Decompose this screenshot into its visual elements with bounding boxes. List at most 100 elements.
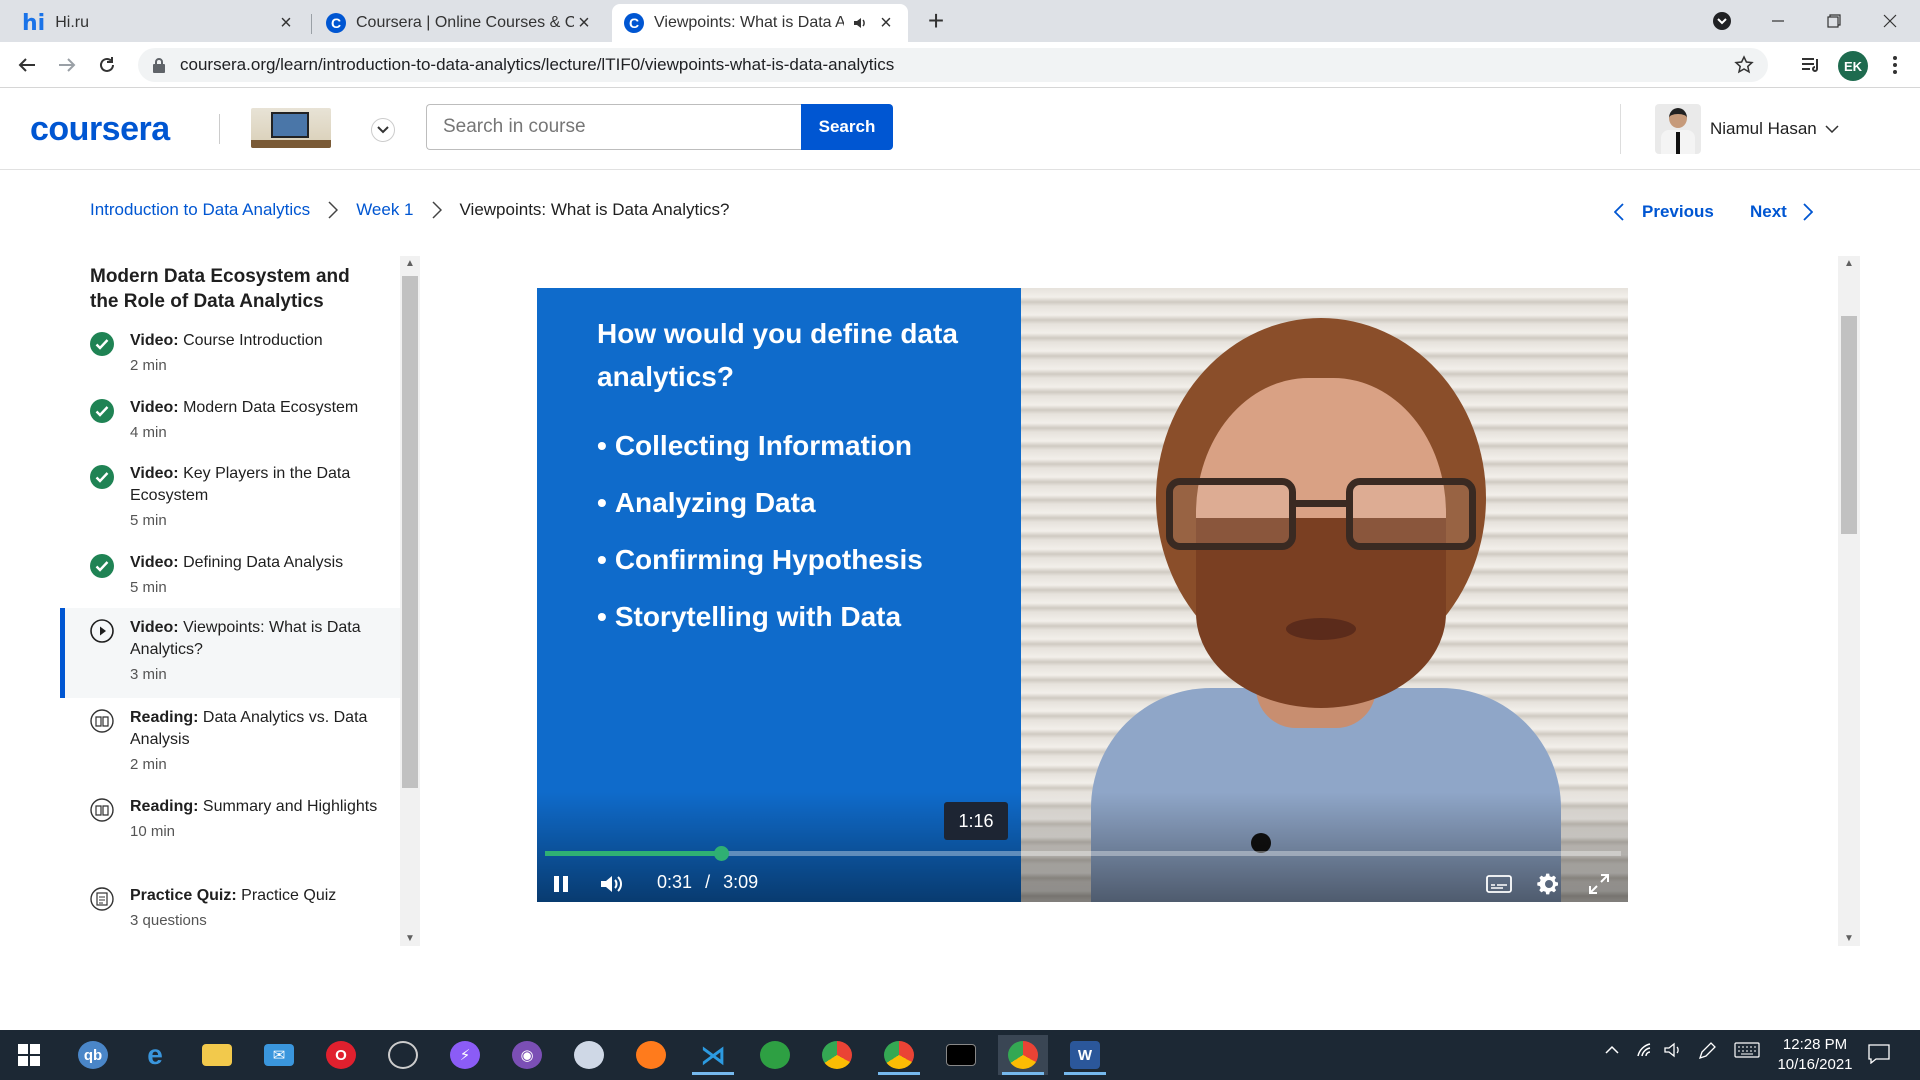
speaker-icon[interactable] — [1664, 1042, 1684, 1058]
forward-arrow-icon[interactable] — [52, 50, 82, 80]
chevron-left-icon — [1614, 203, 1624, 221]
item-duration: 10 min — [130, 823, 176, 840]
next-button[interactable]: Next — [1750, 202, 1813, 222]
video-player[interactable]: How would you define data analytics? Col… — [537, 288, 1628, 902]
check-circle-icon — [90, 465, 114, 489]
tab-close-icon[interactable]: × — [276, 12, 296, 34]
list-item[interactable]: Video: Modern Data Ecosystem 4 min — [60, 397, 400, 445]
tab-coursera[interactable]: C Coursera | Online Courses & Crec × — [314, 4, 606, 42]
vscode-icon[interactable]: ⋊ — [688, 1035, 738, 1075]
list-item[interactable]: Video: Course Introduction 2 min — [60, 330, 400, 378]
scroll-up-arrow-icon[interactable]: ▲ — [405, 258, 415, 269]
tab-close-icon[interactable]: × — [574, 12, 594, 34]
course-thumbnail[interactable] — [251, 108, 331, 148]
back-arrow-icon[interactable] — [12, 50, 42, 80]
chrome-icon[interactable] — [812, 1035, 862, 1075]
item-duration: 4 min — [130, 424, 167, 441]
video-timecode: 0:31 / 3:09 — [657, 872, 758, 893]
close-window-icon[interactable] — [1862, 0, 1918, 42]
scroll-down-arrow-icon[interactable]: ▼ — [1844, 933, 1854, 944]
item-type: Video: — [130, 465, 179, 482]
speaker-playing-icon[interactable] — [852, 15, 868, 31]
new-tab-plus-icon[interactable]: + — [920, 6, 952, 38]
play-circle-icon — [90, 619, 114, 643]
github-desktop-icon[interactable]: ◉ — [502, 1035, 552, 1075]
tray-chevron-up-icon[interactable] — [1604, 1042, 1620, 1058]
list-item[interactable]: Video: Defining Data Analysis 5 min — [60, 552, 400, 600]
minimize-icon[interactable] — [1750, 0, 1806, 42]
volume-icon[interactable] — [599, 870, 627, 898]
previous-button[interactable]: Previous — [1614, 202, 1714, 222]
windows-start-icon[interactable] — [4, 1035, 54, 1075]
scroll-down-arrow-icon[interactable]: ▼ — [405, 933, 415, 944]
header-divider — [219, 114, 220, 144]
slide-bullet: Storytelling with Data — [597, 597, 923, 654]
opera-icon[interactable]: O — [316, 1035, 366, 1075]
chrome-active-icon[interactable] — [998, 1035, 1048, 1075]
address-bar[interactable]: coursera.org/learn/introduction-to-data-… — [138, 48, 1768, 82]
main-scrollbar[interactable]: ▲ ▼ — [1838, 256, 1860, 946]
paint-icon[interactable] — [564, 1035, 614, 1075]
globe-app-icon[interactable] — [750, 1035, 800, 1075]
terminal-icon[interactable] — [936, 1035, 986, 1075]
scroll-up-arrow-icon[interactable]: ▲ — [1844, 258, 1854, 269]
fullscreen-icon[interactable] — [1585, 870, 1613, 898]
slide-bullet: Collecting Information — [597, 426, 923, 483]
list-item[interactable]: Practice Quiz: Practice Quiz 3 questions — [60, 885, 400, 933]
profile-avatar[interactable]: EK — [1838, 51, 1868, 81]
search-app-icon[interactable]: qb — [68, 1035, 118, 1075]
tab-hi-ru[interactable]: hi Hi.ru × — [10, 4, 308, 42]
tab-viewpoints-active[interactable]: C Viewpoints: What is Data An × — [612, 4, 908, 42]
item-title: Course Introduction — [183, 332, 323, 349]
list-item[interactable]: Video: Key Players in the Data Ecosystem… — [60, 463, 400, 533]
list-item-current[interactable]: Video: Viewpoints: What is Data Analytic… — [60, 608, 400, 698]
item-type: Practice Quiz: — [130, 887, 237, 904]
mail-icon[interactable]: ✉ — [254, 1035, 304, 1075]
item-duration: 2 min — [130, 756, 167, 773]
video-progress-bar[interactable] — [545, 846, 1621, 861]
bookmark-star-icon[interactable] — [1734, 55, 1754, 75]
scrollbar-thumb[interactable] — [402, 276, 418, 788]
user-name: Niamul Hasan — [1710, 119, 1817, 138]
word-icon[interactable]: W — [1060, 1035, 1110, 1075]
settings-gear-icon[interactable] — [1535, 870, 1563, 898]
breadcrumb-week-link[interactable]: Week 1 — [356, 200, 413, 220]
captions-icon[interactable] — [1485, 870, 1513, 898]
notification-center-icon[interactable] — [1868, 1044, 1890, 1064]
book-reading-icon — [90, 709, 114, 733]
messenger-icon[interactable]: ⚡ — [440, 1035, 490, 1075]
tab-close-icon[interactable]: × — [876, 12, 896, 34]
pause-icon[interactable] — [547, 870, 575, 898]
pen-icon[interactable] — [1698, 1042, 1716, 1060]
sidebar-scrollbar[interactable]: ▲ ▼ — [400, 256, 420, 946]
restore-icon[interactable] — [1806, 0, 1862, 42]
user-menu[interactable]: Niamul Hasan — [1710, 119, 1839, 139]
search-input[interactable] — [426, 104, 802, 150]
file-explorer-icon[interactable] — [192, 1035, 242, 1075]
edge-icon[interactable]: e — [130, 1035, 180, 1075]
scrollbar-thumb[interactable] — [1841, 316, 1857, 534]
course-menu-chevron-icon[interactable] — [371, 118, 395, 142]
wifi-icon[interactable] — [1636, 1042, 1656, 1058]
search-button[interactable]: Search — [801, 104, 893, 150]
list-item[interactable]: Reading: Summary and Highlights 10 min — [60, 796, 400, 844]
item-title: Practice Quiz — [241, 887, 337, 904]
firefox-icon[interactable] — [626, 1035, 676, 1075]
item-title: Modern Data Ecosystem — [183, 399, 359, 416]
chevron-right-icon — [431, 201, 442, 219]
coursera-logo[interactable]: coursera — [30, 110, 170, 149]
chrome-menu-icon[interactable] — [1880, 50, 1910, 80]
coursera-favicon-icon: C — [326, 13, 346, 33]
breadcrumb-course-link[interactable]: Introduction to Data Analytics — [90, 200, 310, 220]
tab-search-icon[interactable] — [1694, 0, 1750, 42]
chrome-profile-icon[interactable] — [874, 1035, 924, 1075]
reading-list-icon[interactable] — [1796, 50, 1826, 80]
list-item[interactable]: Reading: Data Analytics vs. Data Analysi… — [60, 707, 400, 777]
keyboard-icon[interactable] — [1734, 1042, 1760, 1058]
lock-icon[interactable] — [152, 57, 166, 73]
user-avatar[interactable] — [1655, 104, 1701, 154]
inkscape-icon[interactable] — [378, 1035, 428, 1075]
reload-icon[interactable] — [92, 50, 122, 80]
breadcrumb-current: Viewpoints: What is Data Analytics? — [459, 200, 730, 219]
system-clock[interactable]: 12:28 PM 10/16/2021 — [1770, 1035, 1860, 1075]
